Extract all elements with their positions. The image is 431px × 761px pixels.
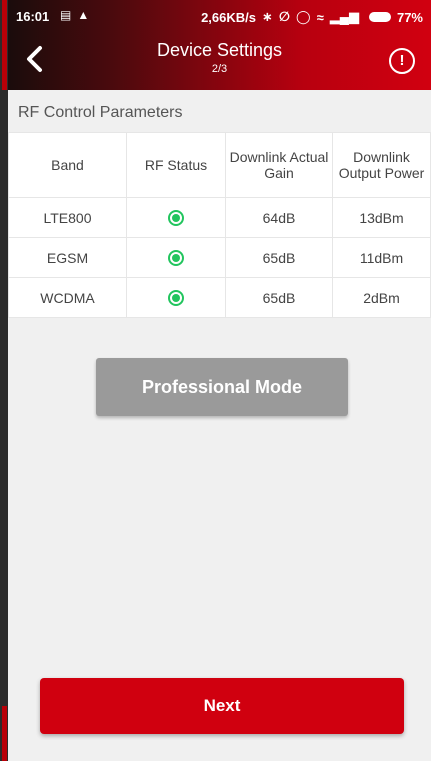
power-cell: 11dBm	[332, 237, 431, 278]
column-header-band: Band	[8, 132, 127, 198]
column-header-gain: Downlink Actual Gain	[225, 132, 333, 198]
wifi-icon: ≈	[316, 9, 324, 25]
battery-percent: 77%	[396, 9, 423, 25]
bluetooth-icon: ∗	[262, 9, 273, 24]
edge-footer-sliver	[2, 706, 7, 761]
status-time: 16:01	[16, 9, 50, 24]
rf-parameters-table: Band RF Status Downlink Actual Gain Down…	[8, 132, 431, 318]
section-title: RF Control Parameters	[18, 104, 183, 121]
power-cell: 2dBm	[332, 277, 431, 318]
info-button[interactable]: !	[389, 48, 415, 74]
gain-cell: 65dB	[225, 277, 333, 318]
network-speed: 2,66KB/s	[201, 9, 256, 25]
gain-cell: 64dB	[225, 197, 333, 238]
table-row: EGSM 65dB 11dBm	[8, 237, 431, 278]
band-cell: EGSM	[8, 237, 127, 278]
band-cell: WCDMA	[8, 277, 127, 318]
status-bar: 16:01 ▤ ▲ 2,66KB/s ∗ ∅ ◯ ≈ ▂▄▆ 77%	[8, 0, 431, 36]
power-cell: 13dBm	[332, 197, 431, 238]
edge-header-sliver	[2, 0, 7, 90]
status-on-icon	[168, 290, 184, 307]
app-frame: 16:01 ▤ ▲ 2,66KB/s ∗ ∅ ◯ ≈ ▂▄▆ 77% Devic…	[0, 0, 431, 761]
alarm-icon: ◯	[296, 9, 311, 24]
status-on-icon	[168, 250, 184, 267]
professional-mode-button[interactable]: Professional Mode	[96, 358, 348, 416]
next-button[interactable]: Next	[40, 678, 404, 734]
alert-icon: ▲	[77, 8, 90, 22]
status-on-icon	[168, 210, 184, 227]
rf-status-cell	[126, 197, 226, 238]
status-left-icons: ▤ ▲	[60, 8, 89, 22]
mute-icon: ∅	[278, 9, 291, 24]
band-cell: LTE800	[8, 197, 127, 238]
signal-icon: ▂▄▆	[329, 9, 359, 24]
page-title: Device Settings	[156, 40, 283, 60]
page-step: 2/3	[211, 63, 228, 75]
column-header-rf-status: RF Status	[126, 132, 226, 198]
rf-status-cell	[126, 277, 226, 318]
table-row: LTE800 64dB 13dBm	[8, 197, 431, 238]
table-row: WCDMA 65dB 2dBm	[8, 277, 431, 318]
app-header: 16:01 ▤ ▲ 2,66KB/s ∗ ∅ ◯ ≈ ▂▄▆ 77% Devic…	[8, 0, 431, 90]
gain-cell: 65dB	[225, 237, 333, 278]
header-title-group: Device Settings 2/3	[8, 40, 431, 75]
status-right: 2,66KB/s ∗ ∅ ◯ ≈ ▂▄▆ 77%	[201, 9, 423, 25]
info-icon: !	[399, 52, 405, 69]
column-header-power: Downlink Output Power	[332, 132, 431, 198]
table-header-row: Band RF Status Downlink Actual Gain Down…	[8, 132, 431, 198]
screen: 16:01 ▤ ▲ 2,66KB/s ∗ ∅ ◯ ≈ ▂▄▆ 77% Devic…	[8, 0, 431, 761]
battery-icon	[368, 12, 391, 22]
image-icon: ▤	[60, 8, 72, 22]
rf-status-cell	[126, 237, 226, 278]
